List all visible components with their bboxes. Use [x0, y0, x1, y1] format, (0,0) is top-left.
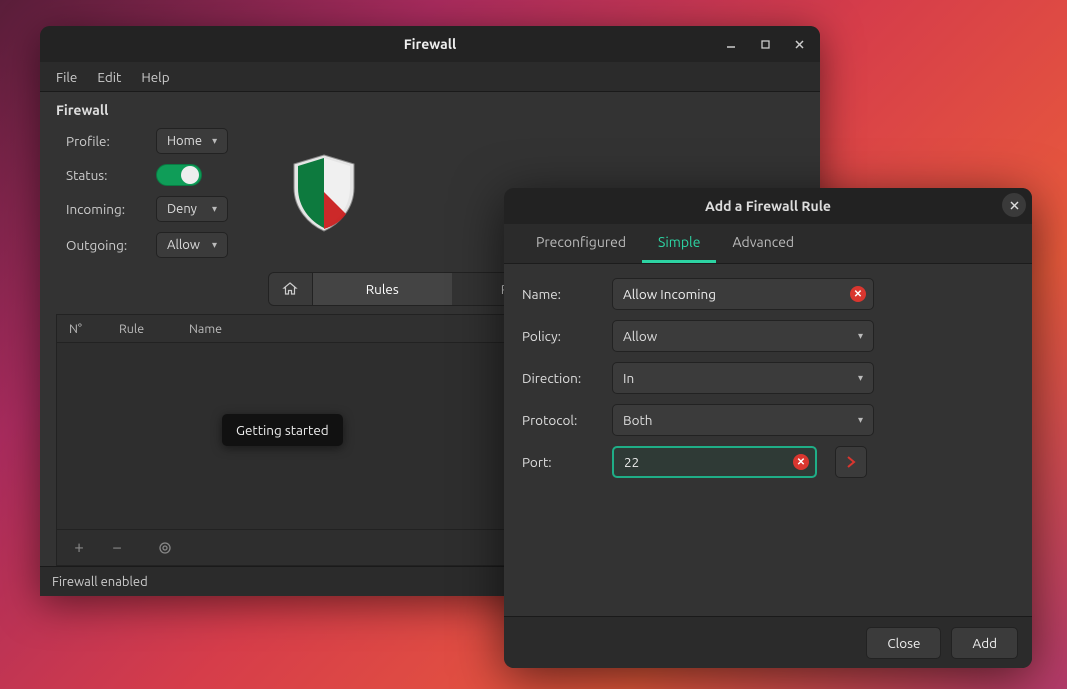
outgoing-dropdown[interactable]: Allow ▾ — [156, 232, 228, 258]
tooltip-getting-started: Getting started — [222, 414, 343, 446]
policy-dropdown[interactable]: Allow ▾ — [612, 320, 874, 352]
tab-rules[interactable]: Rules — [313, 273, 453, 305]
menu-edit[interactable]: Edit — [89, 65, 129, 89]
port-label: Port: — [522, 454, 600, 470]
direction-label: Direction: — [522, 370, 600, 386]
name-input[interactable] — [612, 278, 874, 310]
close-button[interactable]: Close — [866, 627, 941, 659]
home-icon — [282, 281, 298, 297]
direction-dropdown[interactable]: In ▾ — [612, 362, 874, 394]
close-icon — [1010, 201, 1019, 210]
col-number[interactable]: N° — [57, 322, 107, 336]
add-rule-dialog: Add a Firewall Rule Preconfigured Simple… — [504, 188, 1032, 668]
window-title: Firewall — [404, 36, 456, 52]
dialog-title: Add a Firewall Rule — [705, 198, 831, 214]
menubar: File Edit Help — [40, 62, 820, 92]
add-rule-button[interactable]: + — [67, 536, 91, 560]
remove-rule-button[interactable]: − — [105, 536, 129, 560]
port-input[interactable] — [612, 446, 817, 478]
clear-port-button[interactable]: ✕ — [793, 454, 809, 470]
dialog-titlebar: Add a Firewall Rule — [504, 188, 1032, 224]
tab-simple[interactable]: Simple — [642, 224, 716, 263]
minimize-button[interactable] — [716, 31, 746, 57]
col-rule[interactable]: Rule — [107, 322, 177, 336]
dialog-tabs: Preconfigured Simple Advanced — [504, 224, 1032, 264]
status-toggle[interactable] — [156, 164, 202, 186]
protocol-label: Protocol: — [522, 412, 600, 428]
incoming-label: Incoming: — [66, 201, 144, 217]
dialog-footer: Close Add — [504, 616, 1032, 668]
dialog-body: Name: ✕ Policy: Allow ▾ Direction: In ▾ … — [504, 264, 1032, 616]
toggle-knob — [181, 166, 199, 184]
policy-value: Allow — [623, 328, 657, 344]
chevron-down-icon: ▾ — [858, 330, 863, 342]
close-button[interactable] — [784, 31, 814, 57]
maximize-button[interactable] — [750, 31, 780, 57]
profile-value: Home — [167, 134, 202, 148]
tab-advanced[interactable]: Advanced — [716, 224, 810, 263]
incoming-dropdown[interactable]: Deny ▾ — [156, 196, 228, 222]
direction-value: In — [623, 370, 634, 386]
settings-button[interactable] — [153, 536, 177, 560]
name-label: Name: — [522, 286, 600, 302]
gear-icon — [157, 540, 173, 556]
protocol-dropdown[interactable]: Both ▾ — [612, 404, 874, 436]
chevron-down-icon: ▾ — [212, 135, 217, 147]
chevron-down-icon: ▾ — [858, 414, 863, 426]
menu-file[interactable]: File — [48, 65, 85, 89]
clear-name-button[interactable]: ✕ — [850, 286, 866, 302]
menu-help[interactable]: Help — [133, 65, 177, 89]
protocol-value: Both — [623, 412, 652, 428]
outgoing-label: Outgoing: — [66, 237, 144, 253]
chevron-down-icon: ▾ — [212, 239, 217, 251]
chevron-down-icon: ▾ — [212, 203, 217, 215]
section-title: Firewall — [56, 102, 804, 118]
chevron-right-icon — [844, 455, 858, 469]
window-controls — [716, 26, 814, 62]
status-label: Status: — [66, 167, 144, 183]
titlebar: Firewall — [40, 26, 820, 62]
dialog-close-button[interactable] — [1002, 193, 1026, 217]
policy-label: Policy: — [522, 328, 600, 344]
tab-preconfigured[interactable]: Preconfigured — [520, 224, 642, 263]
chevron-down-icon: ▾ — [858, 372, 863, 384]
home-button[interactable] — [269, 273, 313, 305]
outgoing-value: Allow — [167, 238, 200, 252]
status-text: Firewall enabled — [52, 575, 148, 589]
profile-label: Profile: — [66, 133, 144, 149]
port-lookup-button[interactable] — [835, 446, 867, 478]
add-button[interactable]: Add — [951, 627, 1018, 659]
shield-icon — [288, 152, 360, 234]
incoming-value: Deny — [167, 202, 197, 216]
profile-dropdown[interactable]: Home ▾ — [156, 128, 228, 154]
